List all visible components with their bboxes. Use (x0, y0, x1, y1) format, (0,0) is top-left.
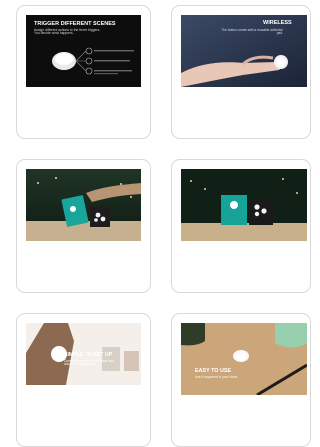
product-image-3[interactable] (26, 169, 141, 241)
image-caption-subtitle: Connect your hub to the button and choos… (64, 359, 114, 367)
product-card-4[interactable] (171, 159, 311, 293)
product-image-2[interactable]: WIRELESS The button comes with a reusabl… (181, 15, 307, 87)
image-caption-title: SIMPLE TO SET UP (64, 352, 113, 358)
product-image-1[interactable]: TRIGGER DIFFERENT SCENES Assign differen… (26, 15, 141, 87)
image-caption-title: TRIGGER DIFFERENT SCENES (34, 21, 116, 27)
product-card-2[interactable]: WIRELESS The button comes with a reusabl… (171, 5, 311, 139)
image-caption-subtitle: Use it anywhere in your home. (195, 375, 239, 379)
product-card-6[interactable]: EASY TO USE Use it anywhere in your home… (171, 313, 311, 447)
desk-button-photo (181, 323, 307, 395)
product-image-5[interactable]: SIMPLE TO SET UP Connect your hub to the… (26, 323, 141, 385)
product-card-5[interactable]: SIMPLE TO SET UP Connect your hub to the… (16, 313, 151, 447)
image-caption-subtitle: Assign different actions to the three tr… (34, 28, 101, 36)
boxes-with-hand-photo (26, 169, 141, 241)
product-card-1[interactable]: TRIGGER DIFFERENT SCENES Assign differen… (16, 5, 151, 139)
product-image-4[interactable] (181, 169, 307, 241)
image-caption-subtitle: The button comes with a reusable adhesiv… (221, 28, 283, 36)
image-caption-title: EASY TO USE (195, 368, 232, 374)
product-card-3[interactable] (16, 159, 151, 293)
image-caption-title: WIRELESS (263, 20, 292, 26)
product-image-6[interactable]: EASY TO USE Use it anywhere in your home… (181, 323, 307, 395)
product-packaging-photo (181, 169, 307, 241)
